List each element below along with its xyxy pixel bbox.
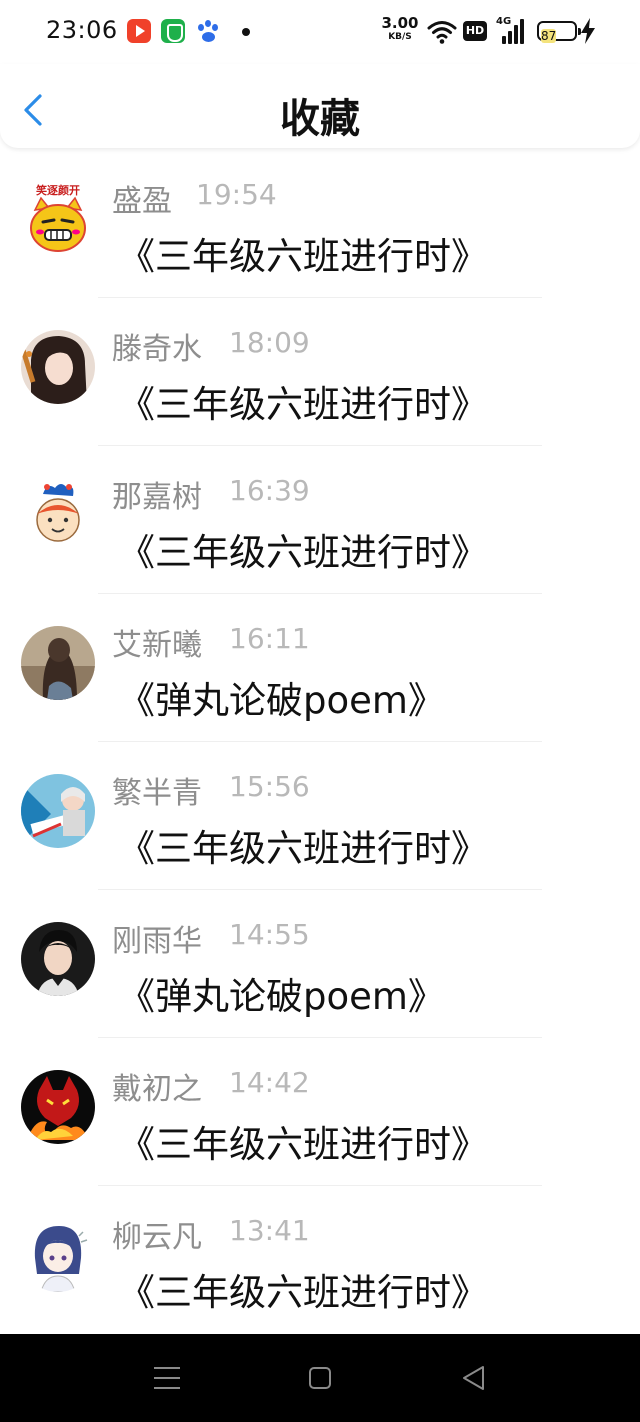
sender-name: 柳云凡 bbox=[112, 1220, 202, 1255]
girl-photo-avatar-icon bbox=[21, 330, 95, 404]
page-header: 收藏 bbox=[0, 64, 640, 148]
favorite-time: 15:56 bbox=[229, 770, 310, 803]
avatar: 笑逐颜开 bbox=[21, 182, 95, 256]
avatar bbox=[21, 1218, 95, 1292]
network-type-label: 4G bbox=[496, 16, 512, 27]
avatar bbox=[21, 330, 95, 404]
favorite-title: 《三年级六班进行时》 bbox=[118, 235, 488, 278]
sender-name: 艾新曦 bbox=[112, 628, 202, 663]
favorite-title: 《三年级六班进行时》 bbox=[118, 827, 488, 870]
favorite-title: 《弹丸论破poem》 bbox=[118, 679, 445, 722]
favorite-item[interactable]: 那嘉树 16:39 《三年级六班进行时》 bbox=[0, 446, 640, 594]
sender-name: 繁半青 bbox=[112, 776, 202, 811]
avatar bbox=[21, 478, 95, 552]
cellular-signal-icon: 4G bbox=[496, 16, 528, 46]
sender-name: 戴初之 bbox=[112, 1072, 202, 1107]
winter-photo-avatar-icon bbox=[21, 774, 95, 848]
anime-girl-avatar-icon bbox=[21, 1218, 95, 1292]
favorite-item[interactable]: 繁半青 15:56 《三年级六班进行时》 bbox=[0, 742, 640, 890]
favorite-item[interactable]: 艾新曦 16:11 《弹丸论破poem》 bbox=[0, 594, 640, 742]
recent-apps-button[interactable] bbox=[154, 1367, 180, 1389]
security-app-icon bbox=[161, 19, 185, 43]
video-app-icon bbox=[127, 19, 151, 43]
hd-badge: HD bbox=[463, 21, 487, 41]
cat-emoji-avatar-icon: 笑逐颜开 bbox=[30, 183, 86, 252]
favorite-time: 16:11 bbox=[229, 622, 310, 655]
wifi-icon bbox=[427, 21, 457, 44]
charging-bolt-icon bbox=[581, 18, 595, 44]
favorite-time: 14:55 bbox=[229, 918, 310, 951]
favorites-list: 笑逐颜开 盛盈 19:54 《三年级六班进行时》 滕奇水 18:09 《三年级六… bbox=[0, 150, 640, 1334]
home-button[interactable] bbox=[309, 1367, 331, 1389]
favorite-title: 《三年级六班进行时》 bbox=[118, 383, 488, 426]
favorite-time: 19:54 bbox=[196, 178, 277, 211]
system-back-button[interactable] bbox=[460, 1364, 488, 1392]
network-speed-unit: KB/S bbox=[388, 32, 412, 42]
network-speed-value: 3.00 bbox=[381, 14, 419, 32]
avatar bbox=[21, 922, 95, 996]
system-navigation-bar bbox=[0, 1334, 640, 1422]
avatar bbox=[21, 626, 95, 700]
baidu-app-icon bbox=[197, 19, 221, 43]
favorite-title: 《三年级六班进行时》 bbox=[118, 1123, 488, 1166]
favorite-time: 16:39 bbox=[229, 474, 310, 507]
favorite-time: 14:42 bbox=[229, 1066, 310, 1099]
fire-wolf-avatar-icon bbox=[21, 1070, 95, 1144]
screen: 23:06 3.00 KB/S HD 4G 87 收藏 笑逐颜开 盛盈 19:5… bbox=[0, 0, 640, 1422]
favorite-item[interactable]: 笑逐颜开 盛盈 19:54 《三年级六班进行时》 bbox=[0, 150, 640, 298]
cartoon-boy-avatar-icon bbox=[36, 484, 80, 542]
sender-name: 那嘉树 bbox=[112, 480, 202, 515]
page-title: 收藏 bbox=[280, 96, 360, 142]
boy-photo-avatar-icon bbox=[21, 922, 95, 996]
avatar-caption: 笑逐颜开 bbox=[36, 183, 80, 197]
favorite-item[interactable]: 滕奇水 18:09 《三年级六班进行时》 bbox=[0, 298, 640, 446]
status-bar: 23:06 3.00 KB/S HD 4G 87 bbox=[0, 0, 640, 64]
network-speed: 3.00 KB/S bbox=[380, 16, 420, 42]
favorite-item[interactable]: 柳云凡 13:41 《三年级六班进行时》 bbox=[0, 1186, 640, 1334]
sender-name: 滕奇水 bbox=[112, 332, 202, 367]
battery-icon: 87 bbox=[537, 21, 581, 43]
favorite-item[interactable]: 戴初之 14:42 《三年级六班进行时》 bbox=[0, 1038, 640, 1186]
battery-level: 87 bbox=[541, 29, 557, 43]
notification-dot-icon bbox=[242, 28, 250, 36]
girl-back-photo-avatar-icon bbox=[21, 626, 95, 700]
favorite-item[interactable]: 刚雨华 14:55 《弹丸论破poem》 bbox=[0, 890, 640, 1038]
favorite-title: 《弹丸论破poem》 bbox=[118, 975, 445, 1018]
favorite-title: 《三年级六班进行时》 bbox=[118, 531, 488, 574]
sender-name: 盛盈 bbox=[112, 184, 172, 219]
avatar bbox=[21, 1070, 95, 1144]
favorite-title: 《三年级六班进行时》 bbox=[118, 1271, 488, 1314]
avatar bbox=[21, 774, 95, 848]
favorite-time: 13:41 bbox=[229, 1214, 310, 1247]
favorite-time: 18:09 bbox=[229, 326, 310, 359]
sender-name: 刚雨华 bbox=[112, 924, 202, 959]
status-time: 23:06 bbox=[46, 16, 118, 44]
